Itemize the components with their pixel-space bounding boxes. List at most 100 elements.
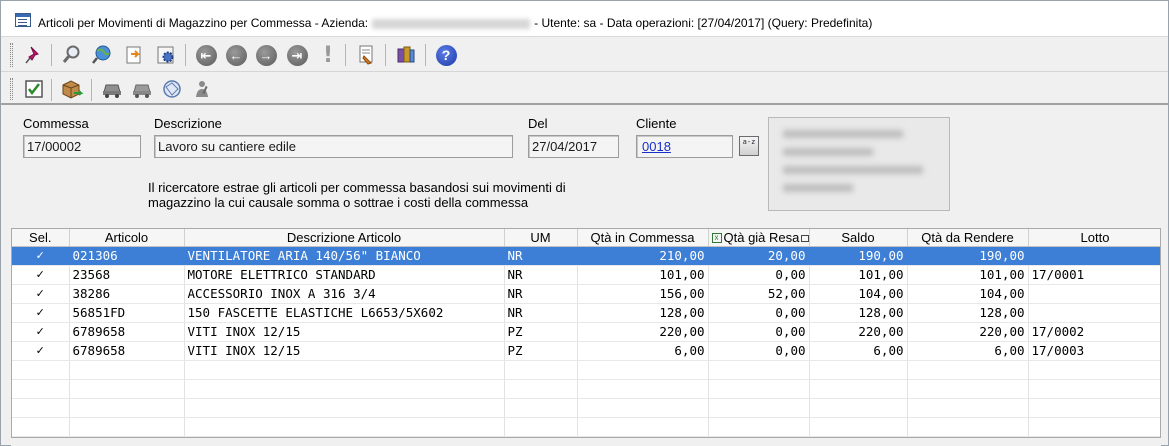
table-row[interactable]: ✓ 6789658 VITI INOX 12/15 PZ 6,00 0,00 6,00 6,0… [12,341,1160,361]
empty-cell [69,360,185,380]
warehouse-move-icon[interactable] [59,76,85,102]
previous-record-icon[interactable]: ← [223,42,249,68]
empty-cell [809,360,908,380]
row-select-checkbox[interactable]: ✓ [12,303,70,323]
empty-cell [12,379,70,399]
settings-icon[interactable] [153,42,179,68]
table-row[interactable]: ✓ 38286 ACCESSORIO INOX A 316 3/4 NR 156,00 5… [12,284,1160,304]
col-header-descrizione[interactable]: Descrizione Articolo [184,229,505,247]
empty-cell [577,360,709,380]
toolbar-separator [91,79,92,101]
col-header-qta-rendere[interactable]: Qtà da Rendere [907,229,1029,247]
client-lookup-button[interactable]: a-z [739,136,759,156]
empty-cell [1028,360,1160,380]
next-record-icon[interactable]: → [253,42,279,68]
export-icon[interactable] [121,42,147,68]
cell-um: NR [504,246,578,266]
descrizione-label: Descrizione [154,116,222,131]
cell-articolo: 38286 [69,284,185,304]
empty-cell [504,417,578,437]
empty-cell [708,417,810,437]
search-icon[interactable] [59,42,85,68]
window-title-suffix: - Utente: sa - Data operazioni: [27/04/2… [534,16,873,30]
empty-cell [1028,398,1160,418]
route-icon[interactable] [159,76,185,102]
pin-icon[interactable] [21,42,47,68]
car-icon[interactable] [99,76,125,102]
cliente-field[interactable]: 0018 [636,135,733,158]
cell-qta-rendere: 220,00 [907,322,1029,342]
alert-icon[interactable]: ! [315,42,341,68]
commessa-label: Commessa [23,116,89,131]
toolbar-grip[interactable] [10,43,13,67]
cell-saldo: 6,00 [809,341,908,361]
first-record-icon[interactable]: ⇤ [193,42,219,68]
col-header-sel[interactable]: Sel. [12,229,70,247]
table-row[interactable]: ✓ 56851FD 150 FASCETTE ELASTICHE L6653/5X6… [12,303,1160,323]
toolbar-separator [185,44,186,66]
car-disabled-icon[interactable] [129,76,155,102]
table-row[interactable]: ✓ 23568 MOTORE ELETTRICO STANDARD NR 101,00 0… [12,265,1160,285]
report-icon[interactable] [353,42,379,68]
col-header-articolo[interactable]: Articolo [69,229,185,247]
commessa-field[interactable]: 17/00002 [23,135,141,158]
empty-cell [12,360,70,380]
cell-um: NR [504,284,578,304]
empty-row [12,360,1160,380]
row-select-checkbox[interactable]: ✓ [12,284,70,304]
empty-cell [577,379,709,399]
cell-articolo: 56851FD [69,303,185,323]
globe-search-icon[interactable] [89,42,115,68]
cell-articolo: 6789658 [69,341,185,361]
cell-saldo: 220,00 [809,322,908,342]
empty-cell [809,398,908,418]
empty-cell [69,417,185,437]
horizontal-scrollbar[interactable] [11,438,1161,446]
empty-cell [504,360,578,380]
cell-lotto: 17/0003 [1028,341,1160,361]
col-header-lotto[interactable]: Lotto [1028,229,1160,247]
worker-icon[interactable] [189,76,215,102]
info-text: Il ricercatore estrae gli articoli per c… [148,180,566,210]
table-row[interactable]: ✓ 021306 VENTILATORE ARIA 140/56" BIANCO NR… [12,246,1160,266]
lookup-icon: a-z [742,138,756,146]
col-header-qta-resa[interactable]: x Qtà già Resa [708,229,810,247]
toolbar-separator [345,44,346,66]
excel-filter-icon: x [711,233,722,244]
last-record-icon[interactable]: ⇥ [284,42,310,68]
cell-lotto [1028,303,1160,323]
table-row[interactable]: ✓ 6789658 VITI INOX 12/15 PZ 220,00 0,00 220,0… [12,322,1160,342]
cell-um: NR [504,303,578,323]
app-window: Articoli per Movimenti di Magazzino per … [0,0,1169,446]
descrizione-field[interactable]: Lavoro su cantiere edile [154,135,513,158]
toolbar-grip[interactable] [10,78,13,100]
col-header-saldo[interactable]: Saldo [809,229,908,247]
empty-cell [708,398,810,418]
checkbox-icon[interactable] [21,76,47,102]
lock-icon [801,234,808,242]
articles-grid: Sel. Articolo Descrizione Articolo UM Qt… [11,228,1161,438]
col-header-qta-commessa[interactable]: Qtà in Commessa [577,229,709,247]
cell-qta-resa: 0,00 [708,265,810,285]
row-select-checkbox[interactable]: ✓ [12,265,70,285]
row-select-checkbox[interactable]: ✓ [12,246,70,266]
cell-descrizione: MOTORE ELETTRICO STANDARD [184,265,505,285]
cell-lotto [1028,284,1160,304]
toolbar-separator [51,44,52,66]
cell-saldo: 104,00 [809,284,908,304]
empty-cell [809,417,908,437]
row-select-checkbox[interactable]: ✓ [12,341,70,361]
date-field[interactable]: 27/04/2017 [528,135,619,158]
toolbar-separator [425,44,426,66]
cell-um: PZ [504,341,578,361]
col-header-um[interactable]: UM [504,229,578,247]
modules-icon[interactable] [393,42,419,68]
del-label: Del [528,116,548,131]
row-select-checkbox[interactable]: ✓ [12,322,70,342]
col-header-qta-resa-label: Qtà già Resa [723,229,800,245]
cell-qta-commessa: 156,00 [577,284,709,304]
client-details-redacted [768,117,950,211]
cell-lotto: 17/0002 [1028,322,1160,342]
cell-descrizione: VITI INOX 12/15 [184,341,505,361]
help-icon[interactable]: ? [433,42,459,68]
